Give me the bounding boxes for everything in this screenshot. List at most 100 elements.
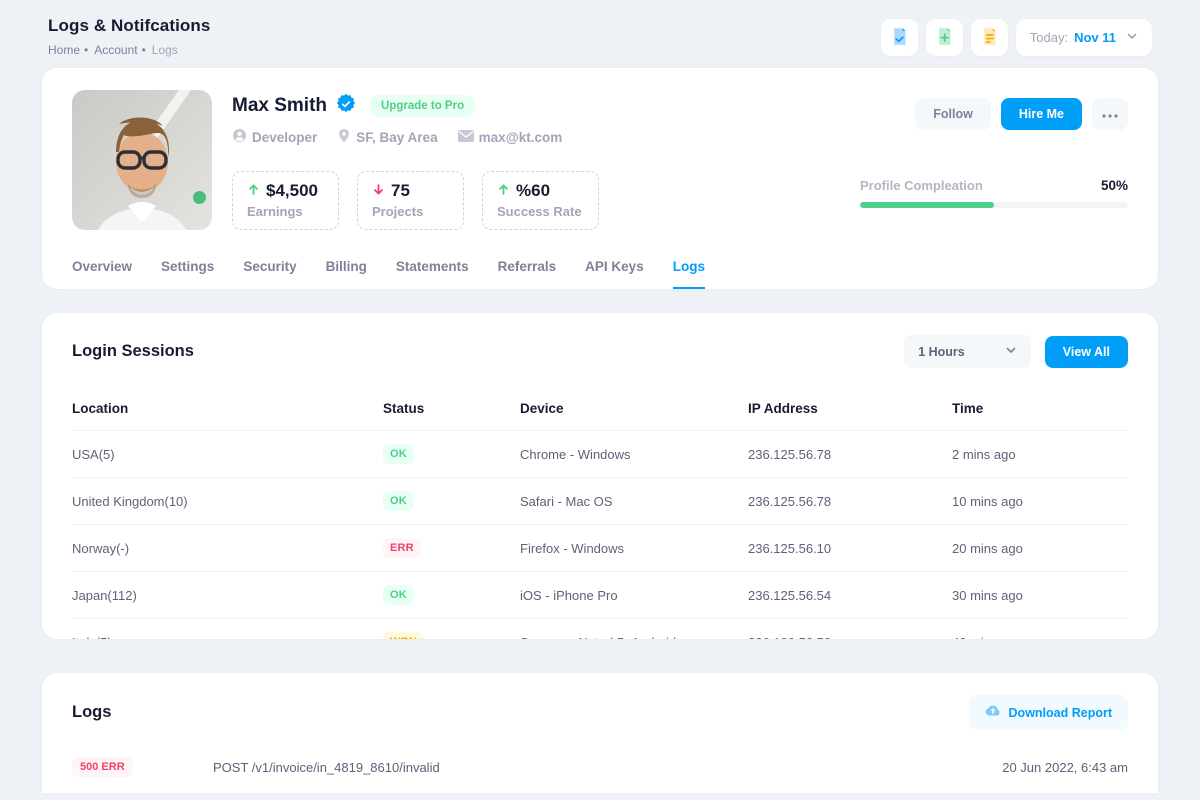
cell-time: 10 mins ago [952,481,1128,522]
hours-filter-value: 1 Hours [918,345,965,359]
cell-device: Safari - Mac OS [520,481,748,522]
stat-label: Earnings [247,204,322,219]
log-rows: 500 ERR POST /v1/invoice/in_4819_8610/in… [72,757,1128,777]
log-status-badge: 500 ERR [72,757,133,777]
cloud-download-icon [985,704,1001,721]
chevron-down-icon [1005,344,1017,359]
profile-meta: Developer SF, Bay Area max@kt.com [232,128,840,146]
table-row[interactable]: USA(5) OK Chrome - Windows 236.125.56.78… [72,431,1128,478]
upgrade-pro-badge[interactable]: Upgrade to Pro [369,95,476,117]
tab-logs[interactable]: Logs [673,259,705,289]
profile-tabs: Overview Settings Security Billing Statement… [72,259,1128,289]
sessions-table-body: USA(5) OK Chrome - Windows 236.125.56.78… [72,431,1128,639]
cell-location: United Kingdom(10) [72,481,383,522]
cell-device: Chrome - Windows [520,434,748,475]
date-value: Nov 11 [1074,30,1116,45]
cell-ip: 236.125.56.78 [748,481,952,522]
file-check-button[interactable] [881,19,918,56]
stat-value: 75 [391,181,410,201]
online-status-dot [193,191,206,204]
stat-value: $4,500 [266,181,318,201]
profile-info: Max Smith Upgrade to Pro Developer SF, B… [232,90,840,230]
avatar-image [72,90,212,230]
tab-overview[interactable]: Overview [72,259,132,289]
profile-stats: $4,500 Earnings 75 Projects %60 Success … [232,171,840,230]
cell-ip: 236.125.56.78 [748,434,952,475]
breadcrumb-separator: • [142,43,146,57]
cell-time: 2 mins ago [952,434,1128,475]
stat-box: $4,500 Earnings [232,171,339,230]
table-row[interactable]: Italy(5) WRN Samsung Noted 5- Android 23… [72,619,1128,639]
cell-location: Norway(-) [72,528,383,569]
download-report-label: Download Report [1009,706,1112,720]
user-icon [232,128,247,146]
tab-security[interactable]: Security [243,259,296,289]
breadcrumb-item[interactable]: Account [94,43,137,57]
topbar-actions: Today: Nov 11 [881,19,1152,56]
tab-billing[interactable]: Billing [326,259,367,289]
status-badge: ERR [383,538,421,558]
date-selector[interactable]: Today: Nov 11 [1016,19,1152,56]
chevron-down-icon [1122,30,1138,45]
verified-badge-icon [336,93,356,118]
file-lines-icon [980,27,999,49]
arrow-down-icon [372,181,385,201]
stat-box: %60 Success Rate [482,171,599,230]
breadcrumb: Home • Account • Logs [48,43,210,57]
status-badge: OK [383,491,414,511]
cell-device: Samsung Noted 5- Android [520,622,748,640]
sessions-table: LocationStatusDeviceIP AddressTime USA(5… [72,389,1128,639]
cell-ip: 236.125.56.54 [748,575,952,616]
hire-me-button[interactable]: Hire Me [1001,98,1082,130]
file-plus-icon [935,27,954,49]
profile-meta-item: SF, Bay Area [337,128,437,146]
table-row[interactable]: Japan(112) OK iOS - iPhone Pro 236.125.5… [72,572,1128,619]
more-options-button[interactable] [1092,98,1128,130]
breadcrumb-item[interactable]: Logs [152,43,178,57]
table-row[interactable]: United Kingdom(10) OK Safari - Mac OS 23… [72,478,1128,525]
stat-label: Success Rate [497,204,582,219]
stat-label: Projects [372,204,447,219]
breadcrumb-item[interactable]: Home [48,43,80,57]
cell-time: 30 mins ago [952,575,1128,616]
status-badge: OK [383,444,414,464]
profile-meta-item: Developer [232,128,317,146]
follow-button[interactable]: Follow [915,98,991,130]
file-plus-button[interactable] [926,19,963,56]
pin-icon [337,128,351,146]
cell-location: USA(5) [72,434,383,475]
column-header: Location [72,389,383,430]
progress-bar [860,202,1128,208]
column-header: Device [520,389,748,430]
progress-value: 50% [1101,178,1128,193]
mail-icon [458,130,474,145]
tab-referrals[interactable]: Referrals [498,259,557,289]
log-row[interactable]: 500 ERR POST /v1/invoice/in_4819_8610/in… [72,757,1128,777]
profile-name: Max Smith [232,95,327,117]
table-row[interactable]: Norway(-) ERR Firefox - Windows 236.125.… [72,525,1128,572]
view-all-button[interactable]: View All [1045,336,1128,368]
file-check-icon [890,27,909,49]
download-report-button[interactable]: Download Report [969,695,1128,730]
ellipsis-icon [1102,107,1118,121]
sessions-table-header: LocationStatusDeviceIP AddressTime [72,389,1128,431]
profile-meta-label: SF, Bay Area [356,130,437,145]
arrow-up-icon [497,181,510,201]
tab-api-keys[interactable]: API Keys [585,259,644,289]
tab-statements[interactable]: Statements [396,259,469,289]
tab-settings[interactable]: Settings [161,259,214,289]
logs-title: Logs [72,703,111,722]
breadcrumb-separator: • [84,43,88,57]
column-header: Time [952,389,1128,430]
profile-meta-label: max@kt.com [479,130,563,145]
profile-right: Follow Hire Me Profile Compleation 50% [860,90,1128,230]
file-lines-button[interactable] [971,19,1008,56]
profile-completion: Profile Compleation 50% [860,178,1128,208]
progress-fill [860,202,994,208]
hours-filter-select[interactable]: 1 Hours [904,335,1031,368]
cell-location: Italy(5) [72,622,383,640]
arrow-up-icon [247,181,260,201]
cell-device: Firefox - Windows [520,528,748,569]
topbar: Logs & Notifcations Home•Account•Logs To… [0,0,1200,57]
topbar-left: Logs & Notifcations Home•Account•Logs [48,16,210,57]
